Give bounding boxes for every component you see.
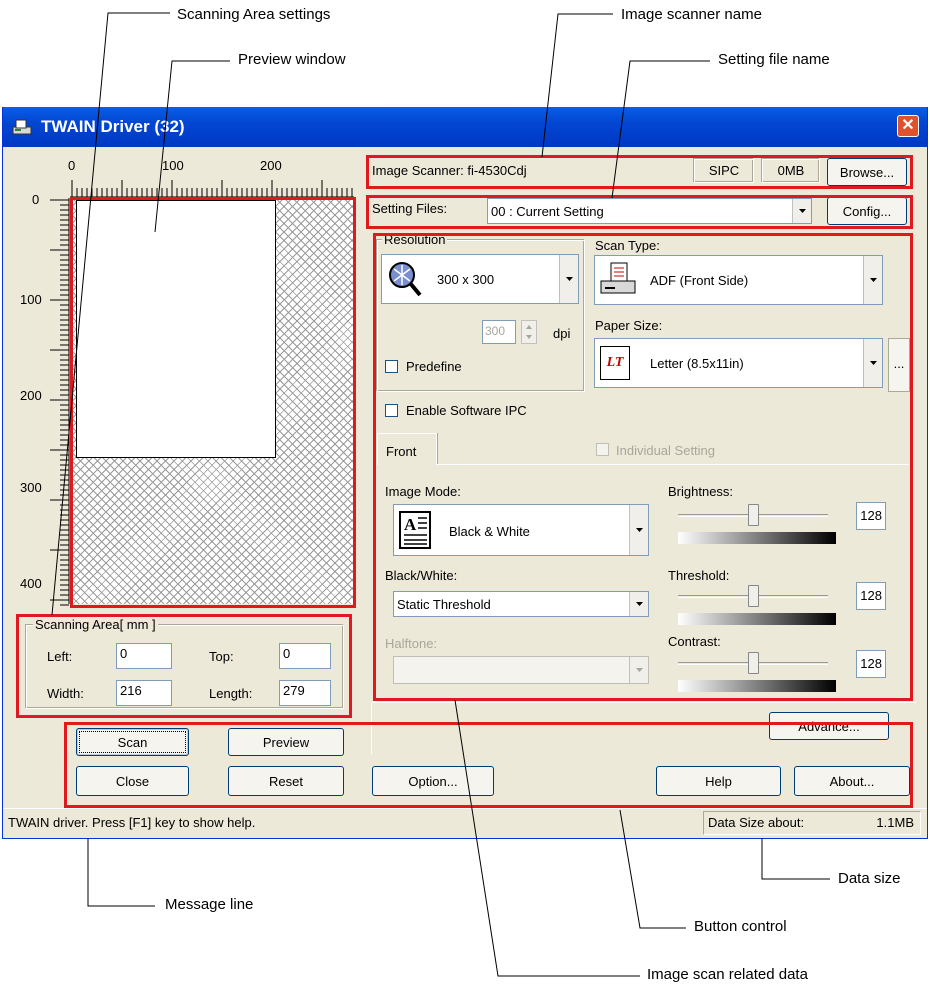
callout-leader-lines <box>51 12 830 977</box>
